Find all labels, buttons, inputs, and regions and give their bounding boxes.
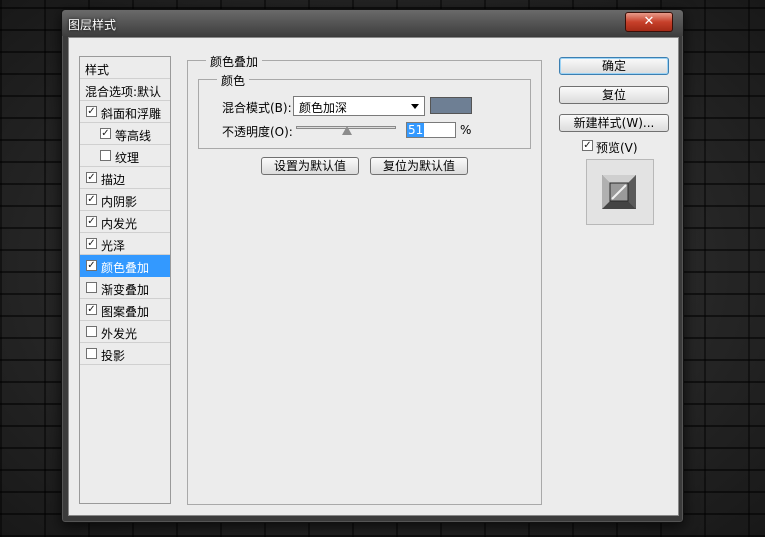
style-preview-thumbnail xyxy=(586,159,654,225)
style-item-color-overlay[interactable]: ✓ 颜色叠加 xyxy=(80,255,170,277)
checkbox-outer-glow[interactable] xyxy=(86,326,97,337)
blend-options-item[interactable]: 混合选项:默认 xyxy=(80,79,170,101)
style-item-gradient-overlay[interactable]: 渐变叠加 xyxy=(80,277,170,299)
style-item-label: 颜色叠加 xyxy=(101,261,150,275)
checkbox-color-overlay[interactable]: ✓ xyxy=(86,260,97,271)
style-item-texture[interactable]: 纹理 xyxy=(80,145,170,167)
style-item-inner-glow[interactable]: ✓ 内发光 xyxy=(80,211,170,233)
checkbox-contour[interactable]: ✓ xyxy=(100,128,111,139)
style-item-label: 等高线 xyxy=(115,129,152,143)
style-item-label: 渐变叠加 xyxy=(101,283,150,297)
new-style-button[interactable]: 新建样式(W)... xyxy=(559,114,669,132)
style-item-label: 投影 xyxy=(101,349,126,363)
preview-checkbox[interactable]: ✓ xyxy=(582,140,593,151)
style-item-satin[interactable]: ✓ 光泽 xyxy=(80,233,170,255)
opacity-value: 51 xyxy=(407,123,425,137)
checkbox-stroke[interactable]: ✓ xyxy=(86,172,97,183)
set-default-button[interactable]: 设置为默认值 xyxy=(261,157,359,175)
style-item-label: 纹理 xyxy=(115,151,140,165)
checkbox-inner-shadow[interactable]: ✓ xyxy=(86,194,97,205)
style-item-label: 内发光 xyxy=(101,217,138,231)
style-item-label: 外发光 xyxy=(101,327,138,341)
dialog-title: 图层样式 xyxy=(68,18,117,32)
blend-mode-select[interactable]: 颜色加深 xyxy=(293,96,425,116)
blend-options-label: 混合选项:默认 xyxy=(85,85,162,99)
style-item-pattern-overlay[interactable]: ✓ 图案叠加 xyxy=(80,299,170,321)
overlay-color-swatch[interactable] xyxy=(430,97,472,114)
opacity-slider-thumb[interactable] xyxy=(342,126,352,135)
reset-default-button[interactable]: 复位为默认值 xyxy=(370,157,468,175)
preview-label: 预览(V) xyxy=(596,141,638,155)
blend-mode-value: 颜色加深 xyxy=(299,101,348,115)
style-item-contour[interactable]: ✓ 等高线 xyxy=(80,123,170,145)
styles-list: 样式 混合选项:默认 ✓ 斜面和浮雕 ✓ 等高线 纹理 ✓ 描边 ✓ 内阴影 ✓… xyxy=(79,56,171,504)
checkbox-gradient-overlay[interactable] xyxy=(86,282,97,293)
dialog-body: 样式 混合选项:默认 ✓ 斜面和浮雕 ✓ 等高线 纹理 ✓ 描边 ✓ 内阴影 ✓… xyxy=(68,37,679,516)
preview-swatch-icon xyxy=(602,175,636,209)
checkbox-pattern-overlay[interactable]: ✓ xyxy=(86,304,97,315)
color-overlay-title: 颜色叠加 xyxy=(206,53,263,70)
layer-style-dialog: 图层样式 ✕ 样式 混合选项:默认 ✓ 斜面和浮雕 ✓ 等高线 纹理 ✓ 描边 … xyxy=(61,9,684,523)
styles-list-header[interactable]: 样式 xyxy=(80,57,170,79)
reset-button[interactable]: 复位 xyxy=(559,86,669,104)
style-item-label: 内阴影 xyxy=(101,195,138,209)
style-item-label: 图案叠加 xyxy=(101,305,150,319)
chevron-down-icon xyxy=(411,104,419,109)
opacity-label: 不透明度(O): xyxy=(222,125,293,139)
checkbox-inner-glow[interactable]: ✓ xyxy=(86,216,97,227)
opacity-unit: % xyxy=(460,123,472,137)
style-item-outer-glow[interactable]: 外发光 xyxy=(80,321,170,343)
checkbox-drop-shadow[interactable] xyxy=(86,348,97,359)
style-item-inner-shadow[interactable]: ✓ 内阴影 xyxy=(80,189,170,211)
blend-mode-label: 混合模式(B): xyxy=(222,101,292,115)
style-item-stroke[interactable]: ✓ 描边 xyxy=(80,167,170,189)
ok-button[interactable]: 确定 xyxy=(559,57,669,75)
styles-header-label: 样式 xyxy=(85,63,110,77)
style-item-label: 描边 xyxy=(101,173,126,187)
color-subgroup: 颜色 混合模式(B): 颜色加深 不透明度(O): 51 % xyxy=(198,72,531,149)
style-item-label: 斜面和浮雕 xyxy=(101,107,162,121)
close-button[interactable]: ✕ xyxy=(625,12,673,32)
style-item-label: 光泽 xyxy=(101,239,126,253)
checkbox-satin[interactable]: ✓ xyxy=(86,238,97,249)
checkbox-bevel-emboss[interactable]: ✓ xyxy=(86,106,97,117)
style-item-bevel-emboss[interactable]: ✓ 斜面和浮雕 xyxy=(80,101,170,123)
color-subgroup-title: 颜色 xyxy=(217,72,250,89)
opacity-input[interactable]: 51 xyxy=(406,122,456,138)
checkbox-texture[interactable] xyxy=(100,150,111,161)
title-bar[interactable]: 图层样式 ✕ xyxy=(62,10,683,36)
color-overlay-group: 颜色叠加 颜色 混合模式(B): 颜色加深 不透明度(O): 51 % 设置为默… xyxy=(187,53,542,505)
style-item-drop-shadow[interactable]: 投影 xyxy=(80,343,170,365)
